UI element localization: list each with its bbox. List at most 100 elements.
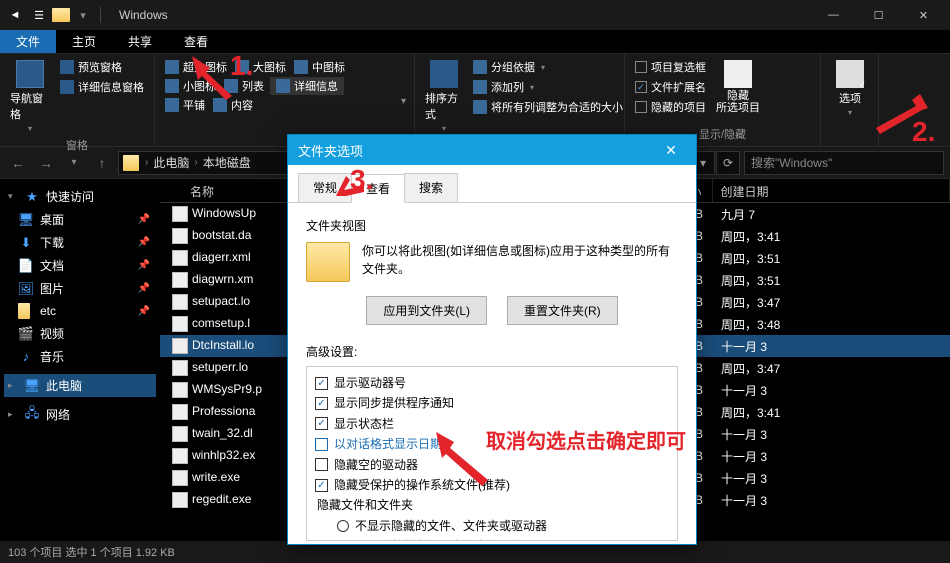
file-icon (172, 338, 188, 354)
breadcrumb-disk[interactable]: 本地磁盘 (200, 154, 254, 171)
sidebar-music[interactable]: ♪音乐 (4, 345, 156, 368)
annotation-arrow-2 (868, 94, 928, 138)
sidebar: ▾★快速访问 🖥桌面📌 ⬇下载📌 📄文档📌 🖼图片📌 etc📌 🎬视频 ♪音乐 … (0, 179, 160, 541)
file-icon (172, 360, 188, 376)
options-icon: ✓ (836, 60, 864, 88)
radio-checked-icon (337, 540, 349, 541)
sidebar-documents[interactable]: 📄文档📌 (4, 254, 156, 277)
tab-file[interactable]: 文件 (0, 30, 56, 53)
options-button[interactable]: ✓ 选项 ▾ (829, 58, 871, 128)
maximize-button[interactable]: ☐ (856, 0, 901, 30)
group-by-button[interactable]: 分组依据▾ (471, 58, 625, 76)
file-icon (172, 404, 188, 420)
group-icon (473, 60, 487, 74)
ribbon-group-pane-label: 窗格 (8, 135, 146, 155)
content-icon (213, 98, 227, 112)
add-columns-button[interactable]: 添加列▾ (471, 78, 625, 96)
sidebar-network[interactable]: ▸🖧网络 (4, 403, 156, 426)
adv-show-sync-notifications[interactable]: ✓显示同步提供程序通知 (315, 393, 669, 413)
folder-icon (18, 303, 34, 319)
m-icon (294, 60, 308, 74)
autosize-columns-button[interactable]: 将所有列调整为合适的大小 (471, 98, 625, 116)
checkbox-icon (635, 61, 647, 73)
dialog-close-button[interactable]: ✕ (656, 142, 686, 159)
addcol-icon (473, 80, 487, 94)
qat-props-icon[interactable]: ☰ (28, 4, 50, 26)
adv-show-hidden[interactable]: 显示隐藏的文件、文件夹和驱动器 (315, 536, 669, 541)
sort-button[interactable]: 排序方式 ▾ (423, 58, 465, 135)
dialog-tab-search[interactable]: 搜索 (404, 173, 458, 202)
nav-pane-button[interactable]: 导航窗格 ▾ (8, 58, 52, 135)
sidebar-pictures[interactable]: 🖼图片📌 (4, 277, 156, 300)
tab-share[interactable]: 共享 (112, 30, 168, 53)
search-input[interactable]: 搜索"Windows" (744, 151, 944, 175)
hide-selected-button[interactable]: 隐藏 所选项目 (714, 58, 762, 124)
window-title: Windows (119, 8, 168, 22)
file-icon (172, 448, 188, 464)
file-icon (172, 382, 188, 398)
documents-icon: 📄 (18, 258, 34, 274)
details-pane-button[interactable]: 详细信息窗格 (58, 78, 146, 96)
sidebar-desktop[interactable]: 🖥桌面📌 (4, 208, 156, 231)
annotation-arrow-note (436, 432, 496, 488)
checkbox-checked-icon: ✓ (315, 397, 328, 410)
sort-icon (430, 60, 458, 88)
file-icon (172, 206, 188, 222)
dialog-title: 文件夹选项 (298, 141, 363, 160)
advanced-settings-label: 高级设置: (306, 343, 678, 360)
preview-pane-button[interactable]: 预览窗格 (58, 58, 146, 76)
adv-hidden-files-group: 隐藏文件和文件夹 (315, 495, 669, 515)
file-icon (172, 316, 188, 332)
xl-icon (165, 60, 179, 74)
annotation-arrow-3 (336, 176, 364, 196)
sidebar-quick-access[interactable]: ▾★快速访问 (4, 185, 156, 208)
tab-view[interactable]: 查看 (168, 30, 224, 53)
file-icon (172, 294, 188, 310)
sidebar-etc[interactable]: etc📌 (4, 300, 156, 322)
file-icon (172, 228, 188, 244)
folder-view-section-label: 文件夹视图 (306, 217, 678, 234)
pictures-icon: 🖼 (18, 281, 34, 297)
sidebar-downloads[interactable]: ⬇下载📌 (4, 231, 156, 254)
checkbox-icon (315, 458, 328, 471)
refresh-button[interactable]: ⟳ (716, 151, 740, 175)
desktop-icon: 🖥 (18, 212, 34, 228)
details-icon (276, 79, 290, 93)
qat-dropdown-icon[interactable]: ▾ (72, 4, 94, 26)
item-checkboxes-toggle[interactable]: 项目复选框 (633, 58, 708, 76)
layout-m[interactable]: 中图标 (292, 58, 347, 76)
sidebar-videos[interactable]: 🎬视频 (4, 322, 156, 345)
column-created[interactable]: 创建日期 (713, 179, 950, 202)
details-pane-icon (60, 80, 74, 94)
file-icon (172, 426, 188, 442)
pc-icon: 🖥 (24, 378, 40, 394)
checkbox-checked-icon: ✓ (635, 81, 647, 93)
tab-home[interactable]: 主页 (56, 30, 112, 53)
sidebar-this-pc[interactable]: ▸🖥此电脑 (4, 374, 156, 397)
reset-folders-button[interactable]: 重置文件夹(R) (507, 296, 618, 325)
network-icon: 🖧 (24, 407, 40, 423)
breadcrumb-pc[interactable]: 此电脑 (150, 154, 192, 171)
adv-dont-show-hidden[interactable]: 不显示隐藏的文件、文件夹或驱动器 (315, 516, 669, 536)
minimize-button[interactable]: ― (811, 0, 856, 30)
file-extensions-toggle[interactable]: ✓文件扩展名 (633, 78, 708, 96)
adv-show-drive-letters[interactable]: ✓显示驱动器号 (315, 373, 669, 393)
checkbox-checked-icon: ✓ (315, 417, 328, 430)
folder-icon (123, 155, 139, 171)
radio-icon (337, 520, 349, 532)
autosize-icon (473, 100, 487, 114)
qat-folder-icon[interactable] (52, 8, 70, 22)
hidden-items-toggle[interactable]: 隐藏的项目 (633, 98, 708, 116)
download-icon: ⬇ (18, 235, 34, 251)
checkbox-checked-icon: ✓ (315, 377, 328, 390)
videos-icon: 🎬 (18, 326, 34, 342)
file-icon (172, 470, 188, 486)
file-icon (172, 492, 188, 508)
search-placeholder: 搜索"Windows" (751, 154, 832, 171)
folder-preview-icon (306, 242, 350, 282)
apply-to-folders-button[interactable]: 应用到文件夹(L) (366, 296, 487, 325)
close-button[interactable]: ✕ (901, 0, 946, 30)
star-icon: ★ (24, 189, 40, 205)
qat-back-icon[interactable]: ◄ (4, 4, 26, 26)
layout-details[interactable]: 详细信息 (270, 77, 344, 95)
